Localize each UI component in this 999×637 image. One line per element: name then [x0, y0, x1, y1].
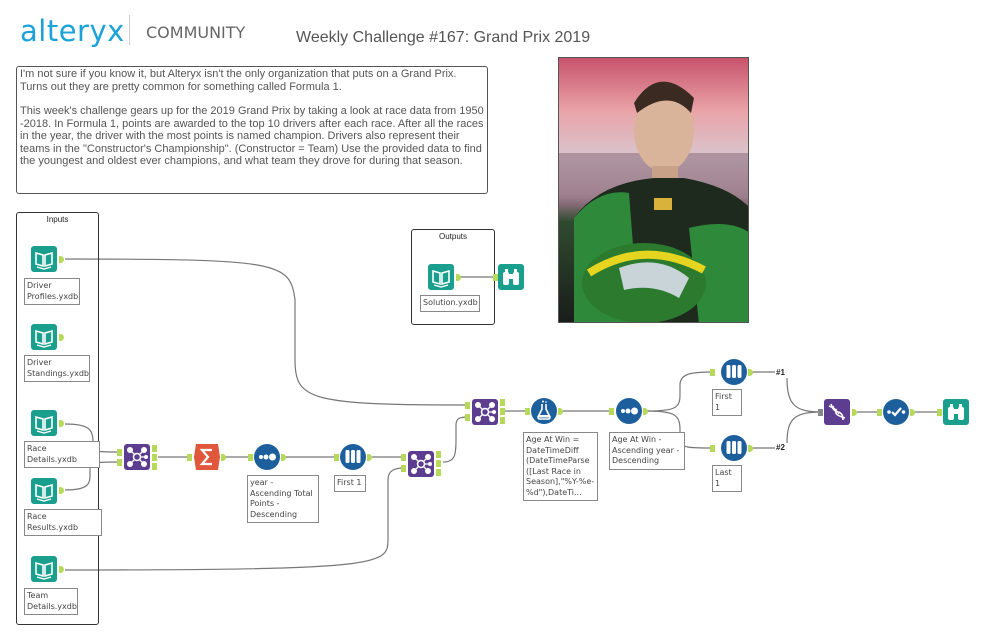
annotation-driver-profiles: Driver Profiles.yxdb [24, 278, 80, 305]
join-right-anchor[interactable] [117, 459, 122, 466]
join-j-output[interactable] [436, 460, 441, 467]
connection-line [64, 258, 469, 406]
join-r-output[interactable] [500, 417, 505, 424]
sample-icon [721, 359, 747, 385]
annotation-sample-last: Last 1 [712, 465, 742, 492]
connection-line [646, 371, 713, 412]
binoculars-icon [943, 399, 969, 425]
multi-input-anchor[interactable] [818, 409, 823, 416]
annotation-race-results: Race Results.yxdb [24, 509, 102, 536]
connection-line [786, 411, 823, 444]
book-icon [31, 246, 57, 272]
join-j-output[interactable] [500, 408, 505, 415]
input-anchor[interactable] [609, 408, 614, 415]
select-tool[interactable] [883, 399, 909, 425]
sample-tool-last[interactable] [721, 435, 747, 461]
summarize-tool[interactable] [194, 444, 220, 470]
join-l-output[interactable] [436, 451, 441, 458]
input-tool-solution[interactable] [428, 264, 454, 290]
sort-tool-1[interactable] [254, 444, 280, 470]
join-r-output[interactable] [436, 469, 441, 476]
union-tag-1: #1 [776, 368, 785, 377]
sigma-icon [194, 444, 220, 470]
outputs-container-title: Outputs [438, 232, 467, 241]
input-anchor[interactable] [877, 409, 882, 416]
union-tag-2: #2 [776, 443, 785, 452]
annotation-sort-2: Age At Win - Ascending year - Descending [609, 432, 685, 470]
sample-icon [340, 444, 366, 470]
flask-icon [531, 398, 557, 424]
sample-tool-1[interactable] [340, 444, 366, 470]
input-anchor[interactable] [248, 454, 253, 461]
sort-icon [616, 398, 642, 424]
join-left-anchor[interactable] [117, 449, 122, 456]
book-icon [428, 264, 454, 290]
input-anchor[interactable] [525, 408, 530, 415]
union-tool[interactable] [824, 399, 850, 425]
input-anchor[interactable] [710, 369, 715, 376]
join-l-output[interactable] [152, 445, 157, 452]
workflow-connections [64, 258, 940, 571]
join-right-anchor[interactable] [401, 465, 406, 472]
annotation-driver-standings: Driver Standings.yxdb [24, 355, 90, 382]
join-l-output[interactable] [500, 399, 505, 406]
input-tool-driver-standings[interactable] [31, 324, 57, 350]
join-icon [124, 444, 150, 470]
input-anchor[interactable] [710, 445, 715, 452]
annotation-sample-1: First 1 [334, 475, 366, 492]
join-r-output[interactable] [152, 463, 157, 470]
join-tool-3[interactable] [472, 399, 498, 425]
annotation-solution: Solution.yxdb [420, 295, 480, 312]
inputs-container-title: Inputs [46, 215, 69, 224]
sample-icon [721, 435, 747, 461]
join-icon [408, 451, 434, 477]
annotation-team-details: Team Details.yxdb [24, 588, 78, 615]
book-icon [31, 324, 57, 350]
annotation-sample-first: First 1 [712, 389, 742, 416]
input-tool-race-results[interactable] [31, 478, 57, 504]
join-left-anchor[interactable] [465, 402, 470, 409]
join-tool-1[interactable] [124, 444, 150, 470]
input-anchor[interactable] [334, 454, 339, 461]
browse-tool-final[interactable] [943, 399, 969, 425]
select-check-icon [883, 399, 909, 425]
book-icon [31, 410, 57, 436]
join-icon [472, 399, 498, 425]
connection-line [442, 416, 469, 463]
sort-icon [254, 444, 280, 470]
input-anchor[interactable] [187, 454, 192, 461]
book-icon [31, 478, 57, 504]
input-anchor[interactable] [937, 409, 942, 416]
formula-tool[interactable] [531, 398, 557, 424]
binoculars-icon [498, 264, 524, 290]
inputs-container[interactable]: Inputs [16, 212, 99, 625]
browse-tool-solution[interactable] [498, 264, 524, 290]
book-icon [31, 556, 57, 582]
input-tool-driver-profiles[interactable] [31, 246, 57, 272]
annotation-race-details: Race Details.yxdb [24, 441, 100, 468]
annotation-sort-1: year - Ascending Total Points - Descendi… [247, 475, 319, 523]
sort-tool-2[interactable] [616, 398, 642, 424]
dna-icon [824, 399, 850, 425]
join-j-output[interactable] [152, 454, 157, 461]
join-tool-2[interactable] [408, 451, 434, 477]
connection-line [786, 377, 823, 413]
annotation-formula: Age At Win = DateTimeDiff (DateTimeParse… [523, 432, 598, 501]
input-tool-team-details[interactable] [31, 556, 57, 582]
sample-tool-first[interactable] [721, 359, 747, 385]
join-left-anchor[interactable] [401, 454, 406, 461]
join-right-anchor[interactable] [465, 414, 470, 421]
input-tool-race-details[interactable] [31, 410, 57, 436]
